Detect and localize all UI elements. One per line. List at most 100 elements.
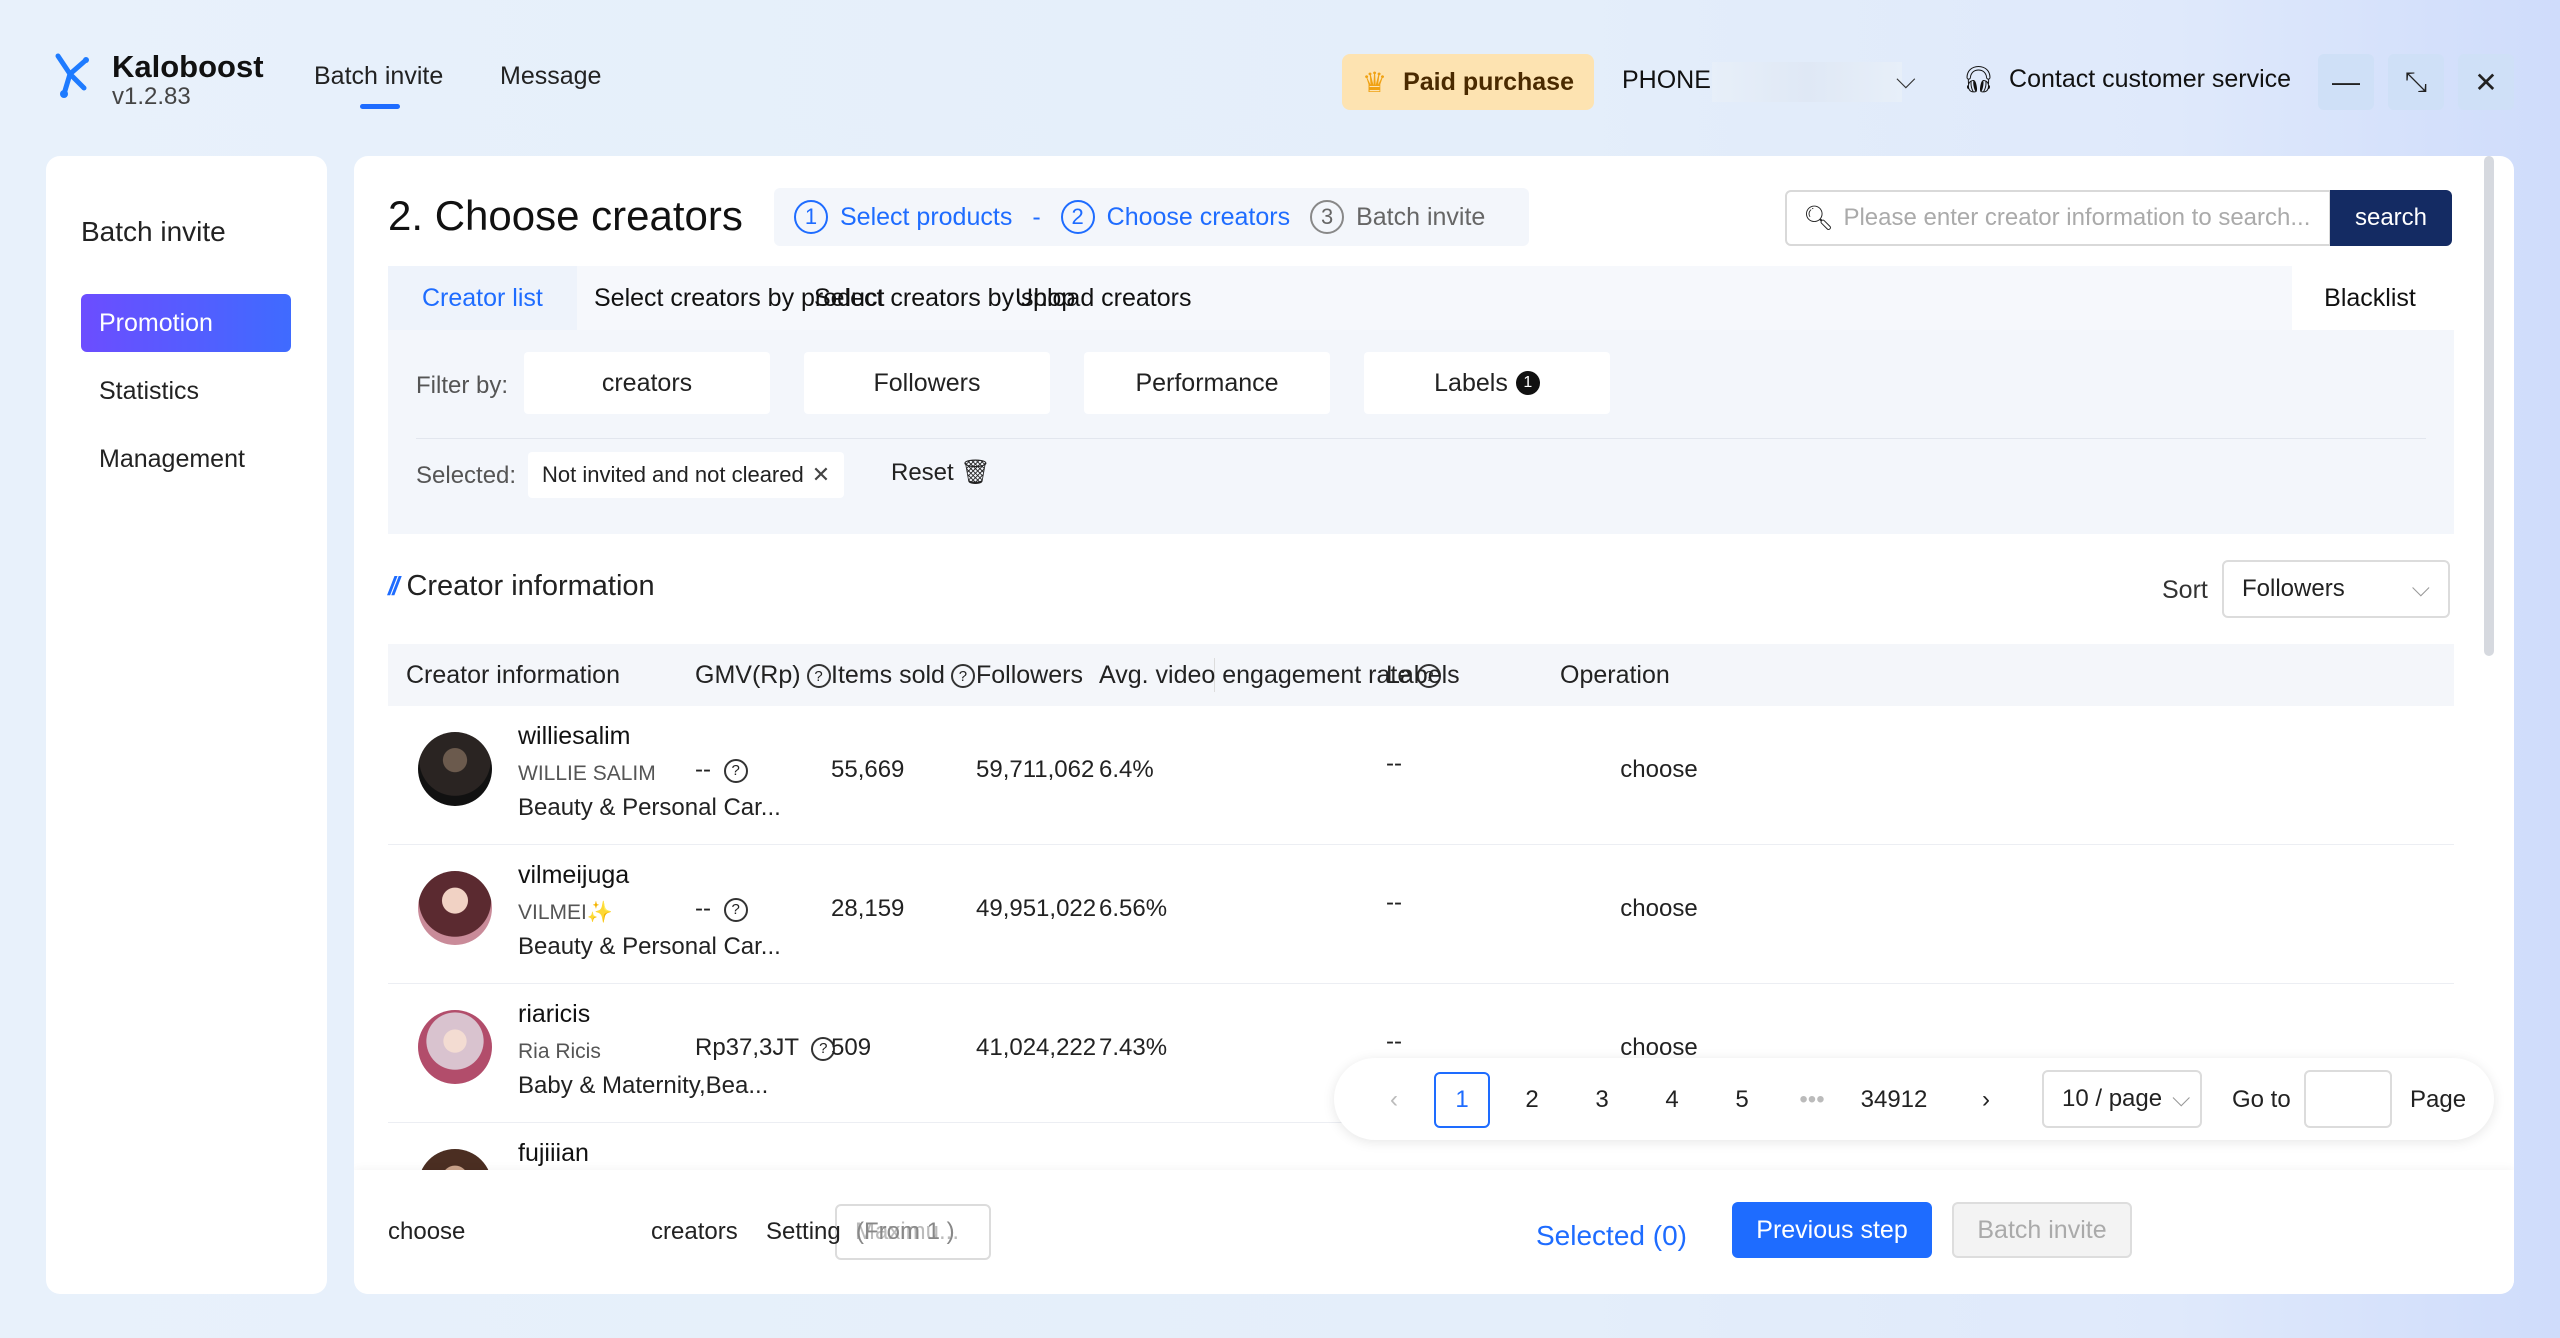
filter-followers-button[interactable]: Followers bbox=[804, 352, 1050, 414]
avatar bbox=[418, 1010, 492, 1084]
sidebar-item-statistics[interactable]: Statistics bbox=[81, 362, 291, 420]
page-4[interactable]: 4 bbox=[1644, 1072, 1700, 1128]
creator-category: Baby & Maternity,Bea... bbox=[518, 1072, 769, 1099]
followers-cell: 59,711,062 bbox=[976, 756, 1095, 783]
sidebar: Batch invite Promotion Statistics Manage… bbox=[46, 156, 327, 1294]
close-icon[interactable]: ✕ bbox=[2458, 54, 2514, 110]
goto-input[interactable] bbox=[2304, 1070, 2392, 1128]
creator-category: Beauty & Personal Car... bbox=[518, 794, 781, 821]
next-page-icon[interactable]: › bbox=[1958, 1072, 2014, 1128]
items-sold-cell: 509 bbox=[831, 1034, 872, 1061]
nav-batch-invite[interactable]: Batch invite bbox=[314, 62, 443, 109]
minimize-icon[interactable]: — bbox=[2318, 54, 2374, 110]
help-icon[interactable]: ? bbox=[950, 664, 975, 689]
page-last[interactable]: 34912 bbox=[1852, 1072, 1936, 1128]
followers-cell: 49,951,022 bbox=[976, 895, 1097, 922]
chevron-down-icon: ⌵ bbox=[2411, 575, 2430, 602]
kaloboost-logo-icon bbox=[55, 53, 89, 98]
filter-creators-button[interactable]: creators bbox=[524, 352, 770, 414]
th-operation: Operation bbox=[1560, 661, 1670, 689]
table-row: williesalim WILLIE SALIM Beauty & Person… bbox=[388, 706, 2454, 845]
app-version: v1.2.83 bbox=[112, 83, 191, 110]
contact-customer-service-button[interactable]: 🎧︎ Contact customer service bbox=[1962, 64, 2291, 95]
sort-select[interactable]: Followers ⌵ bbox=[2222, 560, 2450, 618]
section-title: // Creator information bbox=[388, 570, 655, 603]
phone-number-redacted bbox=[1712, 62, 1902, 102]
engagement-cell: 7.43% bbox=[1099, 1034, 1168, 1061]
gmv-value: Rp37,3JT bbox=[695, 1034, 799, 1061]
selected-number: (0) bbox=[1652, 1220, 1687, 1251]
page-2[interactable]: 2 bbox=[1504, 1072, 1560, 1128]
step-label: Batch invite bbox=[1356, 202, 1486, 231]
engagement-cell: 6.4% bbox=[1099, 756, 1154, 783]
table-row: vilmeijuga VILMEI✨ Beauty & Personal Car… bbox=[388, 845, 2454, 984]
step-number: 2 bbox=[1060, 200, 1095, 234]
creator-username: fujiiian bbox=[518, 1139, 589, 1167]
th-followers: Followers bbox=[976, 661, 1083, 689]
prev-page-icon[interactable]: ‹ bbox=[1366, 1072, 1422, 1128]
creator-username: williesalim bbox=[518, 722, 631, 750]
scrollbar[interactable] bbox=[2484, 156, 2494, 656]
labels-cell: -- bbox=[1386, 889, 1402, 916]
paid-purchase-button[interactable]: ♛ Paid purchase bbox=[1342, 54, 1594, 110]
sidebar-item-promotion[interactable]: Promotion bbox=[81, 294, 291, 352]
gmv-cell: Rp37,3JT ? bbox=[695, 1034, 836, 1062]
creator-display-text: VILMEI bbox=[518, 901, 587, 924]
step-label: Choose creators bbox=[1106, 202, 1291, 231]
tab-creator-list[interactable]: Creator list bbox=[388, 266, 577, 330]
nav-message[interactable]: Message bbox=[500, 62, 601, 91]
help-icon[interactable]: ? bbox=[723, 758, 748, 783]
chevron-down-icon: ⌵ bbox=[2172, 1085, 2191, 1112]
th-gmv-label: GMV(Rp) bbox=[695, 661, 801, 689]
creator-display-name: VILMEI✨ bbox=[518, 901, 613, 925]
filter-performance-button[interactable]: Performance bbox=[1084, 352, 1330, 414]
reset-button[interactable]: Reset 🗑︎ bbox=[891, 458, 991, 487]
page-size-select[interactable]: 10 / page ⌵ bbox=[2042, 1070, 2202, 1128]
filter-labels-button[interactable]: Labels 1 bbox=[1364, 352, 1610, 414]
step-dash: - bbox=[1032, 202, 1041, 231]
close-icon[interactable]: ✕ bbox=[812, 462, 830, 488]
help-icon[interactable]: ? bbox=[723, 897, 748, 922]
help-icon[interactable]: ? bbox=[806, 664, 831, 689]
creator-category: Beauty & Personal Car... bbox=[518, 933, 781, 960]
step-batch-invite: 3 Batch invite bbox=[1310, 200, 1485, 234]
pagination: ‹ 1 2 3 4 5 ••• 34912 › 10 / page ⌵ Go t… bbox=[1334, 1058, 2494, 1140]
creator-display-name: Ria Ricis bbox=[518, 1040, 601, 1063]
gmv-cell: -- ? bbox=[695, 895, 748, 923]
collapse-icon[interactable]: ⤡ bbox=[2388, 54, 2444, 110]
labels-cell: -- bbox=[1386, 1028, 1402, 1055]
filter-panel: Filter by: creators Followers Performanc… bbox=[388, 330, 2454, 534]
previous-step-button[interactable]: Previous step bbox=[1732, 1202, 1932, 1258]
engagement-cell: 6.56% bbox=[1099, 895, 1168, 922]
step-label: Select products bbox=[840, 202, 1013, 231]
sidebar-title: Batch invite bbox=[81, 216, 226, 247]
footer-choose-label: choose bbox=[388, 1218, 466, 1245]
batch-invite-button[interactable]: Batch invite bbox=[1952, 1202, 2132, 1258]
crown-icon: ♛ bbox=[1361, 66, 1388, 98]
gmv-cell: -- ? bbox=[695, 756, 748, 784]
creator-tabs: Creator list Select creators by product … bbox=[388, 266, 2292, 330]
gmv-value: -- bbox=[695, 756, 711, 783]
chevron-down-icon[interactable]: ⌵ bbox=[1896, 64, 1916, 96]
footer-from-label: (From 1 ) bbox=[856, 1218, 955, 1245]
page-ellipsis[interactable]: ••• bbox=[1784, 1072, 1840, 1128]
avatar bbox=[418, 871, 492, 945]
title-bar: Kaloboost v1.2.83 Batch invite Message ♛… bbox=[0, 0, 2560, 155]
paid-purchase-label: Paid purchase bbox=[1403, 67, 1574, 96]
sidebar-item-management[interactable]: Management bbox=[81, 430, 291, 488]
choose-button[interactable]: choose bbox=[1554, 895, 1764, 923]
page-1[interactable]: 1 bbox=[1434, 1072, 1490, 1128]
tab-upload-creators[interactable]: Upload creators bbox=[981, 266, 1225, 330]
search-button[interactable]: search bbox=[2330, 190, 2452, 246]
items-sold-cell: 28,159 bbox=[831, 895, 905, 922]
followers-cell: 41,024,222 bbox=[976, 1034, 1097, 1061]
blacklist-link[interactable]: Blacklist bbox=[2286, 266, 2454, 330]
page-5[interactable]: 5 bbox=[1714, 1072, 1770, 1128]
page-3[interactable]: 3 bbox=[1574, 1072, 1630, 1128]
th-labels: Labels bbox=[1386, 661, 1460, 689]
choose-button[interactable]: choose bbox=[1554, 756, 1764, 784]
search-input[interactable] bbox=[1843, 204, 2324, 232]
step-select-products: 1 Select products bbox=[794, 200, 1012, 234]
sort-label: Sort bbox=[2162, 576, 2208, 604]
step-choose-creators: 2 Choose creators bbox=[1060, 200, 1291, 234]
